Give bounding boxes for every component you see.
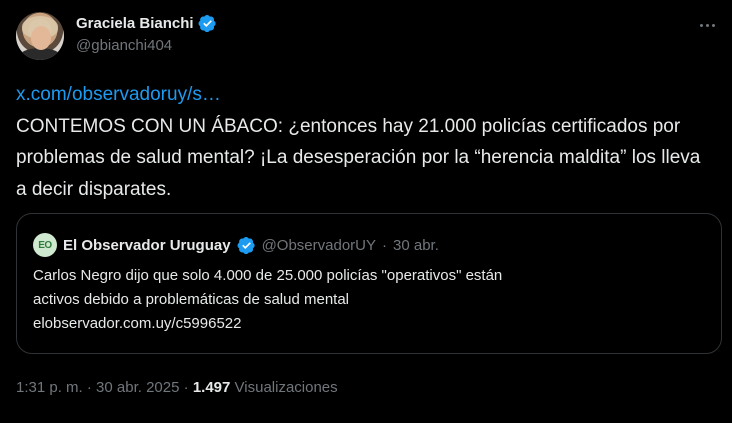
tweet-link[interactable]: x.com/observadoruy/s… bbox=[16, 79, 716, 111]
verified-badge-icon[interactable] bbox=[198, 14, 217, 33]
views-label: Visualizaciones bbox=[234, 379, 338, 396]
views-count: 1.497 bbox=[192, 379, 231, 396]
tweet-body-text: CONTEMOS CON UN ÁBACO: ¿entonces hay 21.… bbox=[16, 115, 701, 200]
quoted-date[interactable]: 30 abr. bbox=[393, 237, 439, 254]
author-handle[interactable]: @gbianchi404 bbox=[76, 37, 217, 54]
quoted-text-line: activos debido a problemáticas de salud … bbox=[33, 291, 350, 308]
quoted-handle: @ObservadorUY bbox=[261, 236, 376, 254]
avatar[interactable] bbox=[16, 12, 64, 60]
more-icon[interactable] bbox=[696, 14, 718, 36]
tweet-text: x.com/observadoruy/s… CONTEMOS CON UN ÁB… bbox=[16, 79, 716, 205]
verified-badge-icon bbox=[237, 236, 255, 254]
tweet-time[interactable]: 1:31 p. m. bbox=[16, 379, 83, 396]
author-block: Graciela Bianchi @gbianchi404 bbox=[76, 13, 217, 54]
quoted-avatar[interactable]: EO bbox=[33, 233, 57, 257]
quoted-text-line: Carlos Negro dijo que solo 4.000 de 25.0… bbox=[33, 267, 503, 284]
quoted-tweet-card[interactable]: EO El Observador Uruguay @ObservadorUY ·… bbox=[16, 213, 722, 354]
author-display-name[interactable]: Graciela Bianchi bbox=[76, 15, 194, 32]
quoted-text: Carlos Negro dijo que solo 4.000 de 25.0… bbox=[33, 264, 703, 336]
meta-separator: · bbox=[183, 379, 189, 396]
quoted-display-name[interactable]: El Observador Uruguay bbox=[63, 237, 231, 254]
meta-separator: · bbox=[86, 379, 92, 396]
quoted-separator: · bbox=[382, 236, 387, 254]
quoted-link: elobservador.com.uy/c5996522 bbox=[33, 315, 242, 332]
tweet-meta: 1:31 p. m. · 30 abr. 2025 · 1.497 Visual… bbox=[16, 379, 338, 396]
tweet-date[interactable]: 30 abr. 2025 bbox=[96, 379, 179, 396]
